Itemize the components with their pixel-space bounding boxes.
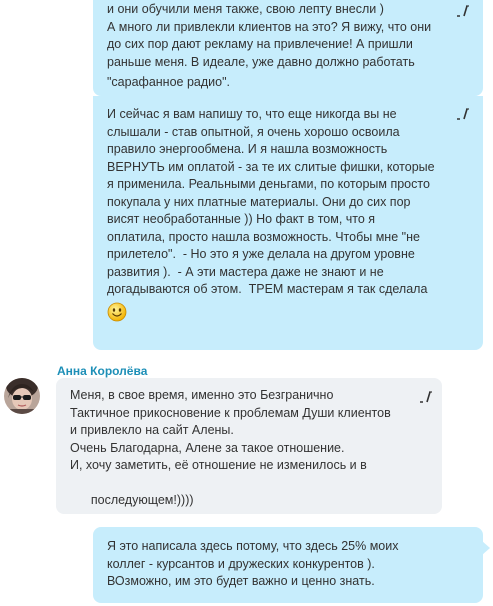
message-line: и они обучили меня также, свою лепту вне… (107, 2, 384, 16)
message-line: "сарафанное радио". (107, 75, 231, 89)
message-line: висят необработанные )) Но факт в том, ч… (107, 212, 376, 226)
message-line: Я это написала здесь потому, что здесь 2… (107, 539, 399, 553)
message-line: А много ли привлекли клиентов на это? Я … (107, 19, 432, 34)
message-line: я применила. Реальными деньгами, по кото… (107, 177, 430, 191)
message-line: правило энергообмена. И я нашла возможно… (107, 142, 388, 156)
message-text: Я это написала здесь потому, что здесь 2… (107, 538, 398, 591)
message-line: прилетело". - Но это я уже делала на дру… (107, 247, 415, 261)
incoming-message: Меня, в свое время, именно это Безгранич… (56, 378, 442, 543)
message-line: развития ). - А эти мастера даже не знаю… (107, 264, 384, 279)
sender-name[interactable]: Анна Королёва (57, 364, 147, 378)
message-line: И, хочу заметить, её отношение не измени… (70, 458, 367, 472)
avatar[interactable] (4, 378, 40, 414)
edit-pencil-icon[interactable] (455, 4, 471, 18)
message-line: до сих пор дают рекламу на привлечение! … (107, 37, 413, 51)
message-line: И сейчас я вам напишу то, что еще никогд… (107, 107, 397, 121)
smiley-emoji-icon (107, 302, 127, 325)
bubble-tail (482, 541, 490, 555)
message-text: И сейчас я вам напишу то, что еще никогд… (107, 106, 435, 325)
outgoing-message-1: и они обучили меня также, свою лепту вне… (93, 0, 483, 96)
message-line: коллег - курсантов и дружеских конкурент… (107, 556, 375, 571)
message-line: и привлекло на сайт Алены. (70, 423, 234, 437)
message-line: покупала у них платные материалы. Они до… (107, 194, 411, 209)
message-line: ВЕРНУТЬ им оплатой - за те их слитые фиш… (107, 159, 435, 174)
edit-pencil-icon[interactable] (418, 390, 434, 404)
edit-pencil-icon[interactable] (455, 107, 471, 121)
message-line: раньше меня. В идеале, уже давно должно … (107, 54, 415, 69)
message-text: и они обучили меня также, свою лепту вне… (107, 1, 431, 92)
message-text: Меня, в свое время, именно это Безгранич… (70, 387, 391, 543)
message-line: Меня, в свое время, именно это Безгранич… (70, 388, 334, 402)
message-line-text: последующем!)))) (90, 493, 194, 507)
message-line: догадываются об этом. ТРЕМ мастерам я та… (107, 282, 428, 296)
message-line: последующем!)))) (70, 475, 391, 543)
message-line: слышали - став опытной, я очень хорошо о… (107, 124, 400, 139)
message-line: Тактичное прикосновение к проблемам Души… (70, 405, 391, 420)
outgoing-message-2: И сейчас я вам напишу то, что еще никогд… (93, 96, 483, 350)
message-line: оплатила, просто нашла возможность. Чтоб… (107, 229, 420, 244)
outgoing-message-3: Я это написала здесь потому, что здесь 2… (93, 527, 490, 603)
message-line: ВОзможно, им это будет важно и ценно зна… (107, 574, 375, 588)
message-line: Очень Благодарна, Алене за такое отношен… (70, 440, 345, 455)
